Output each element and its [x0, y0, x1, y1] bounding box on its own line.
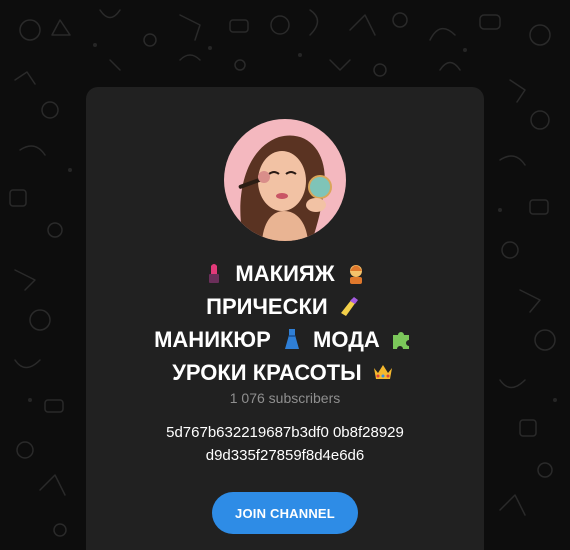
- title-fashion: МОДА: [313, 327, 380, 352]
- title-beauty-lessons: УРОКИ КРАСОТЫ: [172, 360, 362, 385]
- crown-icon: [373, 365, 392, 379]
- title-line-2: ПРИЧЕСКИ: [86, 290, 484, 323]
- title-manicure: МАНИКЮР: [154, 327, 271, 352]
- channel-description: 5d767b632219687b3df0 0b8f28929 d9d335f27…: [86, 421, 484, 467]
- title-makeup: МАКИЯЖ: [235, 261, 335, 286]
- channel-title: МАКИЯЖ ПРИЧЕСКИ МАНИКЮР МОДА УРОКИ КРАСО…: [86, 257, 484, 389]
- subscriber-count: 1 076 subscribers: [229, 390, 341, 406]
- title-hairstyles: ПРИЧЕСКИ: [206, 294, 328, 319]
- channel-card: МАКИЯЖ ПРИЧЕСКИ МАНИКЮР МОДА УРОКИ КРАСО…: [86, 87, 484, 550]
- title-line-3: МАНИКЮР МОДА: [86, 323, 484, 356]
- description-line-1: 5d767b632219687b3df0 0b8f28929: [166, 424, 404, 441]
- puzzle-piece-icon: [392, 332, 409, 349]
- title-line-4: УРОКИ КРАСОТЫ: [86, 356, 484, 389]
- title-line-1: МАКИЯЖ: [86, 257, 484, 290]
- nail-polish-icon: [340, 297, 358, 316]
- haircut-icon: [349, 265, 362, 284]
- join-channel-button[interactable]: JOIN CHANNEL: [212, 492, 358, 534]
- dress-icon: [284, 329, 299, 349]
- description-line-2: d9d335f27859f8d4e6d6: [205, 447, 365, 464]
- channel-avatar: [224, 119, 346, 241]
- lipstick-icon: [209, 264, 220, 283]
